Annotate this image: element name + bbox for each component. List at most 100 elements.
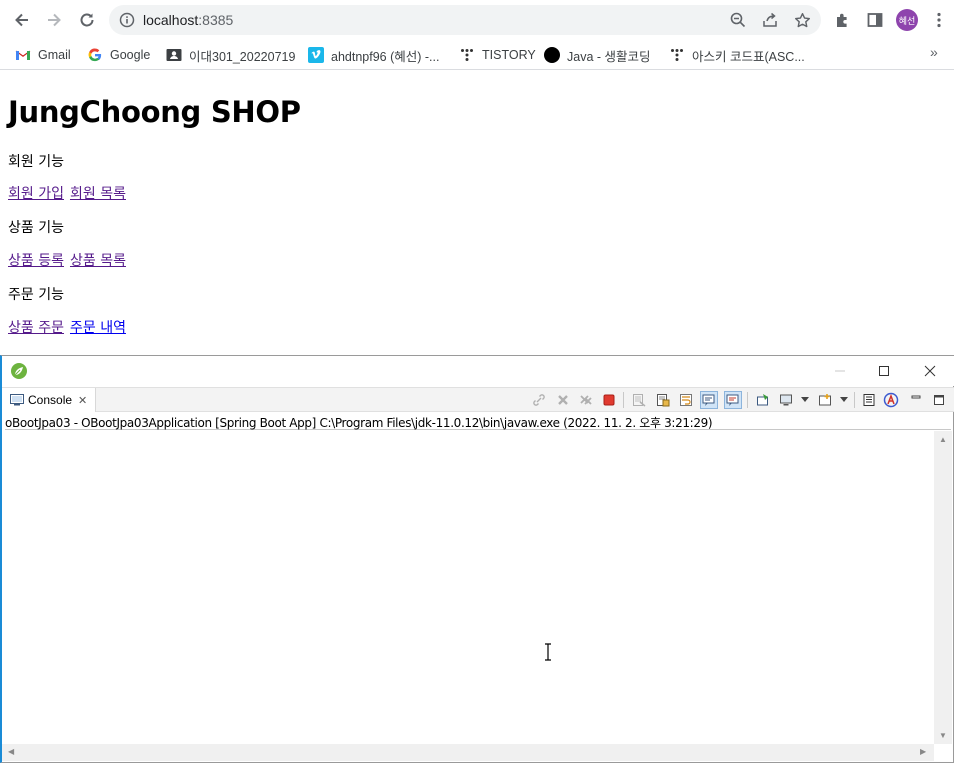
reload-button[interactable] bbox=[75, 8, 99, 32]
profile-initials: 혜선 bbox=[898, 15, 916, 26]
black-circle-icon bbox=[544, 47, 560, 63]
bookmark-gmail[interactable]: Gmail bbox=[15, 44, 71, 66]
product-register-link[interactable]: 상품 등록 bbox=[8, 253, 64, 269]
bookmark-java[interactable]: Java - 생활코딩 bbox=[544, 44, 651, 66]
bookmark-contact[interactable]: 이대301_20220719 bbox=[166, 44, 295, 66]
puzzle-icon bbox=[837, 13, 847, 27]
bookmark-label: 아스키 코드표(ASC... bbox=[692, 49, 805, 64]
page-title: JungChoong SHOP bbox=[8, 95, 301, 129]
section-heading-product: 상품 기능 bbox=[8, 220, 64, 236]
bookmarks-bar: Gmail Google 이대301_20220719 ahdtnpf96 (혜… bbox=[0, 40, 954, 70]
spring-leaf-icon bbox=[10, 362, 28, 385]
forward-button[interactable] bbox=[42, 8, 66, 32]
scroll-lock-icon[interactable] bbox=[654, 391, 672, 409]
close-window-button[interactable] bbox=[920, 361, 940, 381]
product-order-link[interactable]: 상품 주문 bbox=[8, 320, 64, 336]
site-info-icon[interactable] bbox=[119, 12, 135, 33]
pin-console-icon[interactable] bbox=[754, 391, 772, 409]
product-list-link[interactable]: 상품 목록 bbox=[70, 253, 126, 269]
bookmark-ascii[interactable]: 아스키 코드표(ASC... bbox=[669, 44, 805, 66]
zoom-icon[interactable] bbox=[729, 11, 747, 29]
contact-card-icon bbox=[166, 47, 182, 63]
url-host: localhost bbox=[143, 12, 199, 28]
scroll-up-arrow-icon[interactable]: ▲ bbox=[939, 435, 947, 444]
terminate-icon[interactable] bbox=[600, 391, 618, 409]
google-icon bbox=[87, 47, 103, 63]
console-process-label: oBootJpa03 - OBootJpa03Application [Spri… bbox=[5, 414, 951, 430]
close-tab-icon[interactable]: ✕ bbox=[78, 394, 87, 407]
close-icon bbox=[924, 365, 936, 377]
url-text[interactable]: localhost:8385 bbox=[143, 12, 233, 28]
open-console-icon[interactable] bbox=[816, 391, 834, 409]
order-links: 상품 주문 주문 내역 bbox=[8, 317, 132, 337]
bookmark-label: ahdtnpf96 (혜선) -... bbox=[331, 49, 440, 64]
bookmark-label: TISTORY bbox=[482, 48, 536, 62]
bookmark-label: Java - 생활코딩 bbox=[567, 49, 651, 64]
url-port: :8385 bbox=[198, 12, 234, 28]
vertical-scrollbar[interactable]: ▲ ▼ bbox=[934, 431, 952, 744]
bookmark-star-icon[interactable] bbox=[793, 11, 811, 29]
link-icon[interactable] bbox=[530, 391, 548, 409]
browser-toolbar: localhost:8385 혜선 bbox=[0, 0, 954, 40]
maximize-view-icon[interactable] bbox=[930, 391, 948, 409]
member-join-link[interactable]: 회원 가입 bbox=[8, 186, 64, 202]
word-wrap-icon[interactable] bbox=[677, 391, 695, 409]
horizontal-scrollbar[interactable]: ◀ ▶ bbox=[2, 744, 934, 761]
order-history-link[interactable]: 주문 내역 bbox=[70, 320, 126, 336]
show-console-on-stdout-icon[interactable] bbox=[700, 391, 718, 409]
minimize-button[interactable] bbox=[830, 361, 850, 381]
console-icon bbox=[10, 394, 24, 406]
eclipse-title-bar[interactable] bbox=[2, 356, 954, 386]
minimize-view-icon[interactable] bbox=[907, 391, 925, 409]
gmail-icon bbox=[15, 47, 31, 63]
console-tab-bar: Console ✕ bbox=[2, 387, 954, 412]
display-selected-console-icon[interactable] bbox=[777, 391, 795, 409]
bookmark-tistory[interactable]: TISTORY bbox=[459, 44, 536, 66]
eclipse-console-window: Console ✕ oBootJpa03 - OBootJpa03Applica… bbox=[0, 355, 954, 763]
bookmark-google[interactable]: Google bbox=[87, 44, 150, 66]
member-list-link[interactable]: 회원 목록 bbox=[70, 186, 126, 202]
remove-all-launches-icon[interactable] bbox=[577, 391, 595, 409]
vimeo-icon bbox=[308, 47, 324, 63]
remove-launch-icon[interactable] bbox=[554, 391, 572, 409]
toolbar-separator bbox=[854, 392, 855, 408]
minimize-icon bbox=[835, 370, 845, 372]
bookmark-vimeo[interactable]: ahdtnpf96 (혜선) -... bbox=[308, 44, 439, 66]
kebab-menu-icon bbox=[937, 12, 941, 28]
view-menu-icon[interactable] bbox=[860, 391, 878, 409]
reload-icon bbox=[80, 13, 94, 27]
forward-arrow-icon bbox=[48, 13, 61, 27]
chevron-down-icon[interactable] bbox=[835, 391, 853, 409]
bookmark-label: Gmail bbox=[38, 48, 71, 62]
scroll-right-arrow-icon[interactable]: ▶ bbox=[920, 747, 926, 756]
bookmark-label: 이대301_20220719 bbox=[189, 49, 296, 64]
chrome-menu-button[interactable] bbox=[927, 8, 951, 32]
tistory-icon bbox=[669, 47, 685, 63]
page-content: JungChoong SHOP 회원 기능 회원 가입 회원 목록 상품 기능 상… bbox=[0, 71, 954, 355]
back-arrow-icon bbox=[15, 13, 28, 27]
text-cursor-icon bbox=[545, 643, 551, 661]
scroll-left-arrow-icon[interactable]: ◀ bbox=[8, 747, 14, 756]
back-button[interactable] bbox=[10, 8, 34, 32]
console-tab-label: Console bbox=[28, 393, 73, 407]
side-panel-icon bbox=[867, 13, 883, 27]
scroll-down-arrow-icon[interactable]: ▼ bbox=[939, 731, 947, 740]
member-links: 회원 가입 회원 목록 bbox=[8, 183, 132, 203]
bookmarks-overflow-button[interactable]: » bbox=[930, 44, 938, 60]
extensions-button[interactable] bbox=[831, 8, 855, 32]
tistory-icon bbox=[459, 47, 475, 63]
bookmark-label: Google bbox=[110, 48, 151, 62]
toolbar-separator bbox=[623, 392, 624, 408]
profile-avatar[interactable]: 혜선 bbox=[896, 9, 918, 31]
address-bar[interactable]: localhost:8385 bbox=[109, 5, 821, 35]
maximize-button[interactable] bbox=[874, 361, 894, 381]
share-icon[interactable] bbox=[761, 11, 779, 29]
section-heading-order: 주문 기능 bbox=[8, 287, 64, 303]
console-tab[interactable]: Console ✕ bbox=[2, 388, 96, 412]
a-icon[interactable] bbox=[882, 391, 900, 409]
show-console-on-stderr-icon[interactable] bbox=[724, 391, 742, 409]
chevron-down-icon[interactable] bbox=[796, 391, 814, 409]
clear-console-icon[interactable] bbox=[630, 391, 648, 409]
console-output-area[interactable] bbox=[2, 431, 934, 744]
side-panel-button[interactable] bbox=[863, 8, 887, 32]
